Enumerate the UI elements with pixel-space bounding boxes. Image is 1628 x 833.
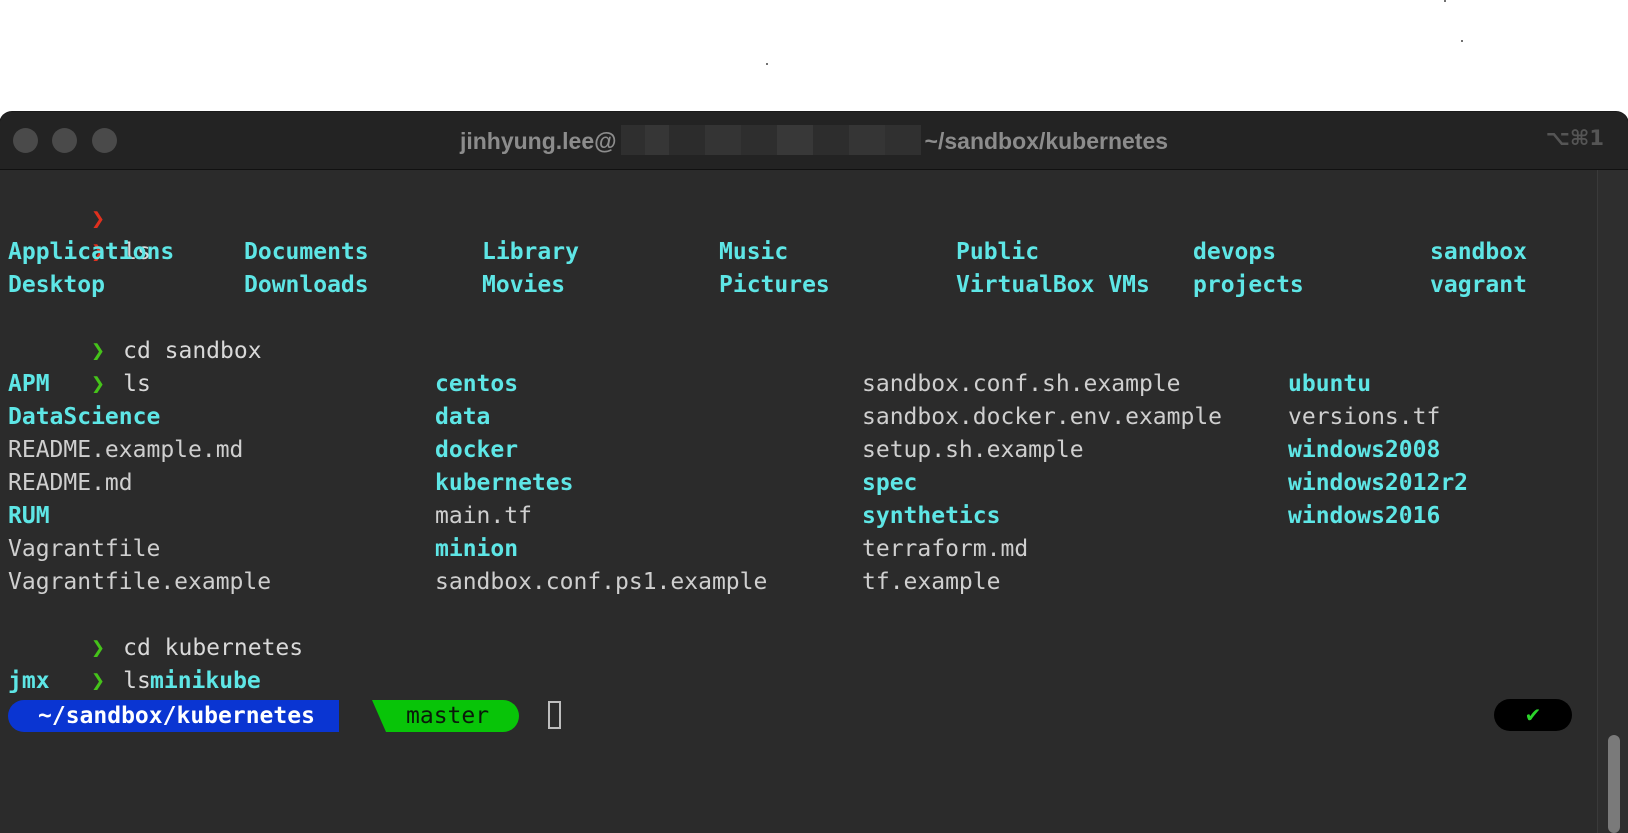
directory-entry: windows2008 [1288, 437, 1441, 463]
file-entry: versions.tf [1288, 404, 1441, 430]
listing-row: Vagrantfile.example sandbox.conf.ps1.exa… [8, 566, 1588, 599]
directory-entry: minikube [150, 668, 261, 694]
window-shortcut-label: ⌥⌘1 [1545, 126, 1604, 150]
terminal-window[interactable]: jinhyung.lee@ ~/sandbox/kubernetes ⌥⌘1 ❯ … [0, 112, 1628, 833]
directory-entry: synthetics [862, 503, 1001, 529]
directory-entry: Public [956, 239, 1040, 265]
listing-row: APM centos sandbox.conf.sh.example ubunt… [8, 368, 1588, 401]
listing-row: README.example.md docker setup.sh.exampl… [8, 434, 1588, 467]
title-bar[interactable]: jinhyung.lee@ ~/sandbox/kubernetes ⌥⌘1 [0, 112, 1628, 170]
directory-entry: Desktop [8, 272, 105, 298]
terminal-output[interactable]: ❯ ❯ ls Applications Documents Library Mus… [8, 170, 1588, 736]
directory-entry: sandbox [1430, 239, 1527, 265]
stray-dot [1461, 40, 1463, 42]
listing-row: Vagrantfile minion terraform.md [8, 533, 1588, 566]
redacted-hostname [620, 125, 921, 155]
prompt-line: ❯ [8, 170, 1588, 232]
command-line: ❯ cd sandbox [8, 302, 1588, 364]
status-check-icon: ✔ [1494, 699, 1572, 731]
directory-entry: Pictures [719, 272, 830, 298]
stray-dot [766, 63, 768, 65]
file-entry: Vagrantfile.example [8, 569, 272, 595]
directory-entry: windows2012r2 [1288, 470, 1469, 496]
file-entry: tf.example [862, 569, 1001, 595]
directory-entry: APM [8, 371, 50, 397]
directory-entry: kubernetes [435, 470, 574, 496]
listing-row: DataScience data sandbox.docker.env.exam… [8, 401, 1588, 434]
prompt-path-segment: ~/sandbox/kubernetes [8, 700, 339, 732]
directory-entry: Documents [244, 239, 369, 265]
listing-row: Desktop Downloads Movies Pictures Virtua… [8, 269, 1588, 302]
prompt-git-branch-segment: master [386, 700, 520, 732]
file-entry: Vagrantfile [8, 536, 161, 562]
command-line: ❯ ls [8, 335, 1588, 397]
directory-entry: spec [862, 470, 918, 496]
directory-entry: VirtualBox VMs [956, 272, 1150, 298]
directory-entry: Movies [482, 272, 566, 298]
title-user: jinhyung.lee@ [459, 128, 617, 154]
text-cursor[interactable] [548, 701, 561, 729]
title-path: ~/sandbox/kubernetes [924, 128, 1169, 154]
command-line: ❯ ls [8, 203, 1588, 265]
file-entry: terraform.md [862, 536, 1029, 562]
file-entry: sandbox.docker.env.example [862, 404, 1223, 430]
file-entry: sandbox.conf.ps1.example [435, 569, 768, 595]
directory-entry: data [435, 404, 491, 430]
directory-entry: devops [1193, 239, 1277, 265]
directory-entry: windows2016 [1288, 503, 1441, 529]
directory-entry: jmx [8, 668, 50, 694]
listing-row: README.md kubernetes spec windows2012r2 [8, 467, 1588, 500]
powerline-separator-icon [372, 700, 386, 732]
directory-entry: Music [719, 239, 789, 265]
listing-row: jmx minikube [8, 665, 1588, 698]
command-line: ❯ cd kubernetes [8, 599, 1588, 661]
listing-row: Applications Documents Library Music Pub… [8, 236, 1588, 269]
directory-entry: projects [1193, 272, 1304, 298]
powerline-prompt[interactable]: ~/sandbox/kubernetes master ✔ [8, 698, 1588, 736]
scrollbar-thumb[interactable] [1608, 735, 1620, 833]
directory-entry: docker [435, 437, 519, 463]
directory-entry: RUM [8, 503, 50, 529]
directory-entry: centos [435, 371, 519, 397]
directory-entry: DataScience [8, 404, 161, 430]
directory-entry: Applications [8, 239, 175, 265]
listing-row: RUM main.tf synthetics windows2016 [8, 500, 1588, 533]
vertical-scrollbar[interactable] [1597, 170, 1628, 833]
window-title: jinhyung.lee@ ~/sandbox/kubernetes [0, 125, 1628, 155]
file-entry: README.md [8, 470, 133, 496]
directory-entry: Library [482, 239, 579, 265]
directory-entry: vagrant [1430, 272, 1527, 298]
command-line: ❯ ls [8, 632, 1588, 694]
file-entry: setup.sh.example [862, 437, 1084, 463]
file-entry: README.example.md [8, 437, 244, 463]
directory-entry: ubuntu [1288, 371, 1372, 397]
directory-entry: Downloads [244, 272, 369, 298]
file-entry: main.tf [435, 503, 532, 529]
file-entry: sandbox.conf.sh.example [862, 371, 1181, 397]
stray-dot [1444, 0, 1446, 2]
directory-entry: minion [435, 536, 519, 562]
